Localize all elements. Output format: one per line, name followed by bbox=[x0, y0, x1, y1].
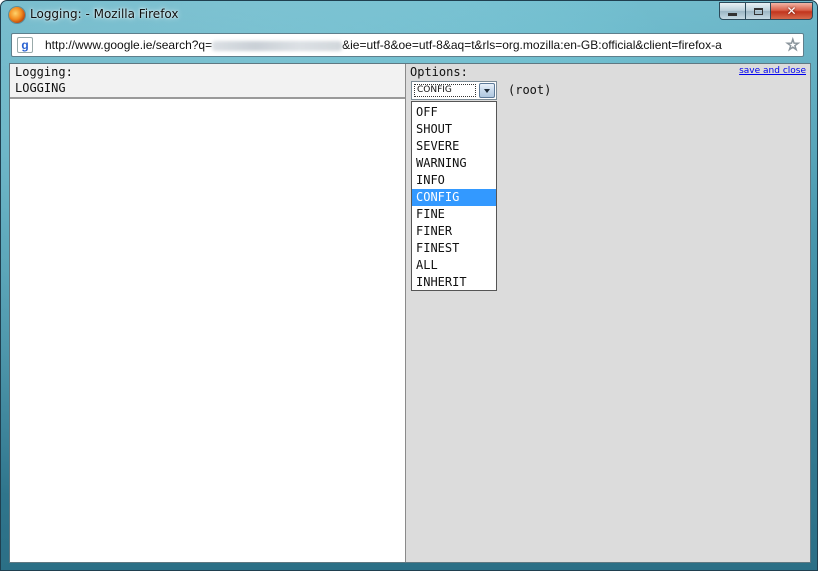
minimize-icon bbox=[728, 12, 737, 16]
close-button[interactable]: ✕ bbox=[770, 2, 813, 20]
dropdown-option-shout[interactable]: SHOUT bbox=[412, 121, 496, 138]
logger-tree-pane: Logging: LOGGING bbox=[10, 64, 405, 562]
level-dropdown-list: OFF SHOUT SEVERE WARNING INFO CONFIG FINE FINER… bbox=[411, 101, 497, 291]
dropdown-option-config[interactable]: CONFIG bbox=[412, 189, 496, 206]
root-label: (root) bbox=[508, 83, 552, 97]
dropdown-option-finer[interactable]: FINER bbox=[412, 223, 496, 240]
options-label: Options: bbox=[410, 65, 468, 79]
level-select[interactable]: CONFIG bbox=[411, 81, 497, 100]
dropdown-option-fine[interactable]: FINE bbox=[412, 206, 496, 223]
maximize-icon bbox=[753, 7, 763, 15]
chevron-down-icon[interactable] bbox=[479, 83, 495, 98]
redacted-query bbox=[212, 40, 343, 51]
logger-name[interactable]: LOGGING bbox=[15, 81, 66, 95]
google-favicon-icon: g bbox=[17, 37, 33, 53]
firefox-icon[interactable] bbox=[9, 7, 25, 23]
window-title: Logging: - Mozilla Firefox bbox=[30, 7, 179, 21]
bookmark-star-icon[interactable]: ☆ bbox=[785, 35, 800, 55]
dropdown-option-inherit[interactable]: INHERIT bbox=[412, 274, 496, 291]
browser-window: Logging: - Mozilla Firefox ✕ g http://ww… bbox=[0, 0, 818, 571]
level-select-value: CONFIG bbox=[414, 84, 476, 97]
url-prefix: http://www.google.ie/search?q= bbox=[45, 38, 213, 52]
dropdown-option-all[interactable]: ALL bbox=[412, 257, 496, 274]
dropdown-option-warning[interactable]: WARNING bbox=[412, 155, 496, 172]
logger-header: Logging: LOGGING bbox=[10, 64, 405, 99]
save-and-close-link[interactable]: save and close bbox=[739, 66, 806, 76]
dropdown-option-info[interactable]: INFO bbox=[412, 172, 496, 189]
url-suffix: &ie=utf-8&oe=utf-8&aq=t&rls=org.mozilla:… bbox=[342, 38, 722, 52]
url-text[interactable]: http://www.google.ie/search?q= &ie=utf-8&… bbox=[45, 38, 722, 52]
maximize-button[interactable] bbox=[745, 2, 771, 20]
address-bar[interactable]: g http://www.google.ie/search?q= &ie=utf-… bbox=[11, 33, 804, 57]
dropdown-option-off[interactable]: OFF bbox=[412, 104, 496, 121]
title-bar[interactable]: Logging: - Mozilla Firefox ✕ bbox=[1, 1, 817, 29]
page-content: Logging: LOGGING Options: save and close… bbox=[9, 63, 811, 563]
close-icon: ✕ bbox=[786, 4, 797, 18]
dropdown-option-finest[interactable]: FINEST bbox=[412, 240, 496, 257]
minimize-button[interactable] bbox=[719, 2, 746, 20]
logging-label: Logging: bbox=[15, 65, 73, 79]
dropdown-option-severe[interactable]: SEVERE bbox=[412, 138, 496, 155]
options-pane: Options: save and close CONFIG (root) OF… bbox=[406, 64, 810, 562]
